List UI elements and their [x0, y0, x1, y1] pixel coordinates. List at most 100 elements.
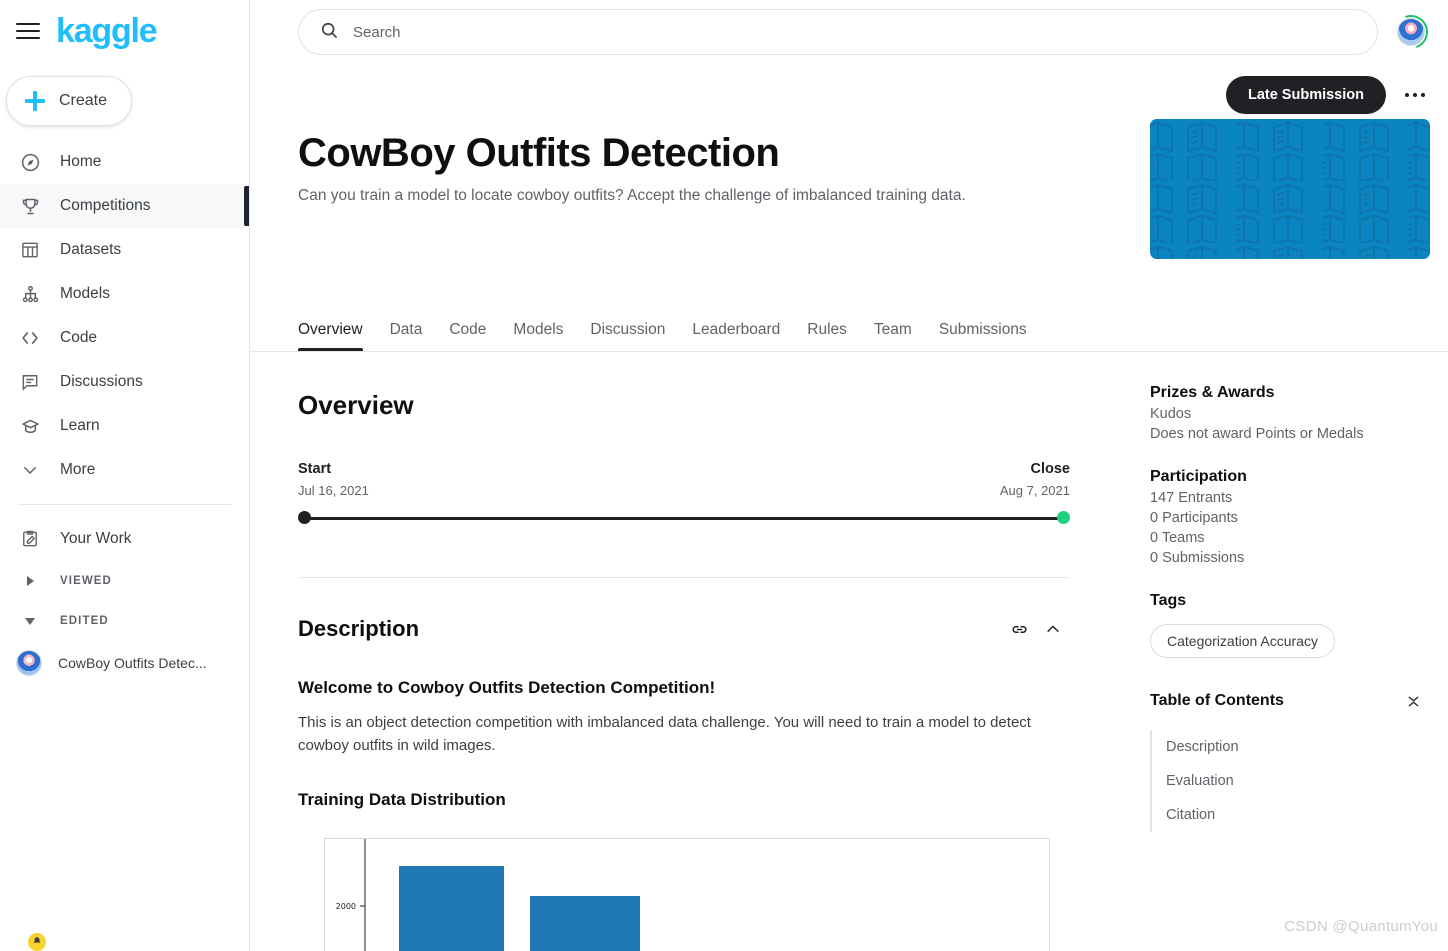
search-icon	[319, 20, 339, 45]
chevron-up-icon[interactable]	[1036, 612, 1070, 646]
action-bar: Late Submission	[250, 64, 1448, 120]
sidebar-group-label: VIEWED	[60, 575, 112, 587]
tab-rules[interactable]: Rules	[807, 321, 847, 351]
sidebar-group-edited[interactable]: EDITED	[0, 601, 249, 641]
prizes-line: Does not award Points or Medals	[1150, 426, 1364, 442]
competition-banner	[1150, 119, 1430, 259]
description-paragraph: This is an object detection competition …	[298, 714, 1031, 754]
participation-entrants: 147 Entrants	[1150, 490, 1233, 506]
sidebar-item-code[interactable]: Code	[0, 316, 249, 360]
toc-list: Description Evaluation Citation	[1150, 730, 1430, 832]
sidebar-group-viewed[interactable]: VIEWED	[0, 561, 249, 601]
toc-item-citation[interactable]: Citation	[1152, 798, 1430, 832]
link-icon[interactable]	[1002, 612, 1036, 646]
compass-icon	[18, 150, 42, 174]
avatar	[16, 650, 42, 676]
sidebar-divider	[18, 504, 231, 505]
y-tick-label-2000: 2000	[336, 902, 356, 911]
left-sidebar: kaggle Create Home Competitions Datasets…	[0, 0, 250, 951]
tab-data[interactable]: Data	[390, 321, 423, 351]
hero-text: CowBoy Outfits Detection Can you train a…	[298, 114, 1120, 259]
chart-y-axis: 2000	[336, 838, 366, 951]
tab-overview[interactable]: Overview	[298, 321, 363, 351]
tab-team[interactable]: Team	[874, 321, 912, 351]
overview-heading: Overview	[298, 390, 414, 420]
late-submission-button[interactable]: Late Submission	[1225, 76, 1386, 114]
sidebar-item-more[interactable]: More	[0, 448, 249, 492]
create-button-label: Create	[59, 92, 108, 109]
toc-item-description[interactable]: Description	[1152, 730, 1430, 764]
tag-chip[interactable]: Categorization Accuracy	[1150, 624, 1335, 658]
collapse-all-icon[interactable]	[1396, 684, 1430, 718]
watermark-text: CSDN @QuantumYou	[1284, 918, 1438, 935]
sidebar-item-learn[interactable]: Learn	[0, 404, 249, 448]
sidebar-item-competitions[interactable]: Competitions	[0, 184, 249, 228]
timeline-close: Close Aug 7, 2021	[1000, 461, 1070, 498]
tags-block: Tags Categorization Accuracy	[1150, 592, 1430, 658]
main-area: Search Late Submission CowBoy Outfits De…	[250, 0, 1448, 951]
sidebar-item-home[interactable]: Home	[0, 140, 249, 184]
sidebar-item-discussions[interactable]: Discussions	[0, 360, 249, 404]
sidebar-nav: Home Competitions Datasets Models Code D…	[0, 140, 249, 492]
toc-heading: Table of Contents	[1150, 692, 1284, 709]
sidebar-item-models[interactable]: Models	[0, 272, 249, 316]
chart-bars	[399, 865, 640, 951]
sidebar-item-label: Home	[60, 153, 102, 170]
create-button[interactable]: Create	[6, 76, 132, 126]
top-bar: Search	[250, 0, 1448, 64]
prizes-heading: Prizes & Awards	[1150, 384, 1275, 401]
hamburger-icon[interactable]	[16, 19, 40, 43]
trophy-icon	[18, 194, 42, 218]
content-area: Overview Start Jul 16, 2021 Close Aug 7,…	[250, 352, 1448, 951]
sidebar-item-label: Datasets	[60, 241, 122, 258]
tab-submissions[interactable]: Submissions	[939, 321, 1027, 351]
sidebar-recent-label: CowBoy Outfits Detec...	[58, 655, 207, 671]
kaggle-logo[interactable]: kaggle	[56, 14, 158, 48]
sidebar-item-label: Models	[60, 285, 110, 302]
clipboard-pencil-icon	[18, 527, 42, 551]
timeline-end-dot	[1057, 511, 1070, 524]
more-horizontal-icon[interactable]	[1400, 80, 1430, 110]
description-header: Description	[298, 612, 1122, 646]
triangle-down-icon	[18, 617, 42, 625]
timeline-track	[298, 511, 1070, 525]
sidebar-item-your-work[interactable]: Your Work	[0, 517, 249, 561]
sidebar-item-label: More	[60, 461, 96, 478]
tab-discussion[interactable]: Discussion	[590, 321, 665, 351]
tab-models[interactable]: Models	[513, 321, 563, 351]
tab-list: Overview Data Code Models Discussion Lea…	[250, 303, 1448, 351]
code-brackets-icon	[18, 326, 42, 350]
toc-item-evaluation[interactable]: Evaluation	[1152, 764, 1430, 798]
competition-side-panel: Prizes & Awards Kudos Does not award Poi…	[1150, 352, 1430, 951]
notification-badge[interactable]	[28, 933, 46, 951]
search-input[interactable]: Search	[298, 9, 1378, 55]
participation-teams: 0 Teams	[1150, 530, 1205, 546]
table-icon	[18, 238, 42, 262]
tab-code[interactable]: Code	[449, 321, 486, 351]
timeline-start-label: Start	[298, 461, 332, 477]
competition-hero: CowBoy Outfits Detection Can you train a…	[250, 114, 1448, 259]
training-data-distribution-chart: 2000	[324, 837, 1050, 951]
app-root: kaggle Create Home Competitions Datasets…	[0, 0, 1448, 951]
training-distribution-heading: Training Data Distribution	[298, 789, 506, 809]
bar-belt	[399, 865, 504, 951]
timeline-start-date: Jul 16, 2021	[298, 483, 369, 498]
user-avatar[interactable]	[1388, 9, 1434, 55]
open-book-icon-pattern	[1150, 119, 1430, 259]
sidebar-item-label: Code	[60, 329, 98, 346]
triangle-right-icon	[18, 576, 42, 586]
timeline-close-date: Aug 7, 2021	[999, 483, 1070, 498]
timeline-labels: Start Jul 16, 2021 Close Aug 7, 2021	[298, 461, 1070, 498]
sidebar-item-datasets[interactable]: Datasets	[0, 228, 249, 272]
table-of-contents-block: Table of Contents Description Evaluation…	[1150, 684, 1430, 832]
timeline-close-label: Close	[1030, 461, 1071, 477]
page-subtitle: Can you train a model to locate cowboy o…	[298, 187, 966, 205]
sidebar-group-label: EDITED	[60, 615, 109, 627]
timeline-line	[303, 517, 1065, 520]
sidebar-recent-item[interactable]: CowBoy Outfits Detec...	[0, 641, 249, 685]
prizes-line: Kudos	[1150, 406, 1192, 422]
sidebar-header: kaggle	[0, 0, 249, 62]
participation-heading: Participation	[1150, 468, 1247, 485]
page-title: CowBoy Outfits Detection	[298, 131, 780, 175]
tab-leaderboard[interactable]: Leaderboard	[692, 321, 780, 351]
